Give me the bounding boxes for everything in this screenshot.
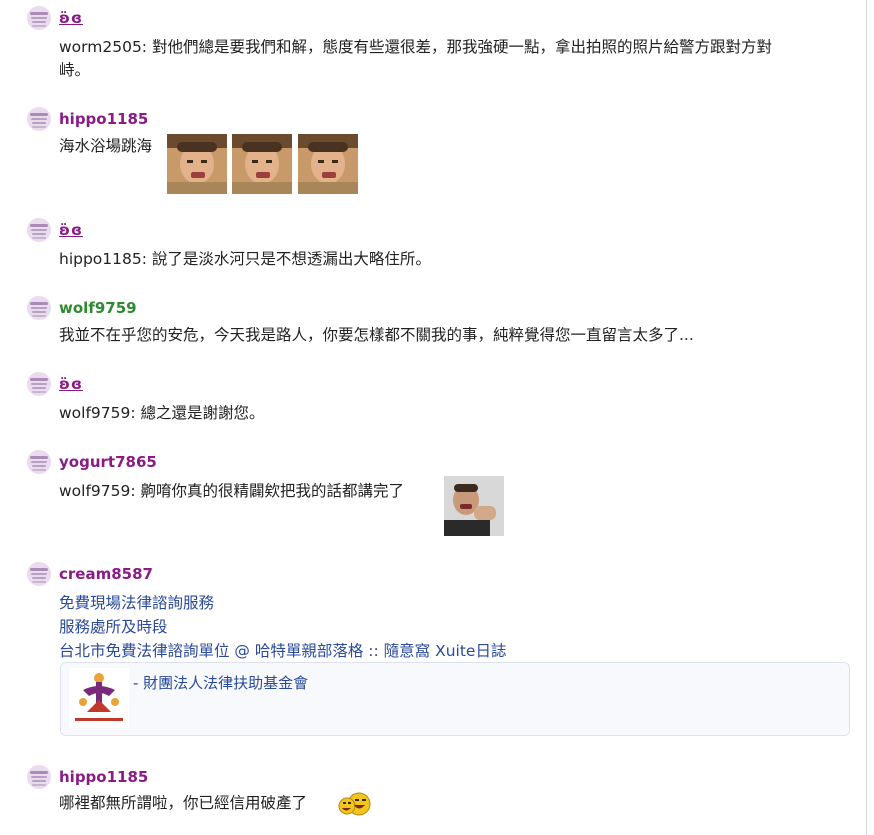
divider (866, 0, 867, 835)
username-link[interactable]: hippo1185 (59, 768, 148, 786)
sticker-image[interactable] (167, 134, 227, 194)
comment-text: worm2505: 對他們總是要我們和解，態度有些還很差，那我強硬一點，拿出拍照… (59, 38, 772, 79)
avatar[interactable] (27, 372, 51, 396)
avatar[interactable] (27, 450, 51, 474)
comment-item: wolf9759 我並不在乎您的安危，今天我是路人，你要怎樣都不關我的事，純粹覺… (27, 296, 857, 356)
sticker-image[interactable] (444, 476, 504, 536)
username-link[interactable]: ʚ̈ɞ (59, 221, 83, 239)
avatar-face-icon (27, 765, 51, 789)
username-link[interactable]: ʚ̈ɞ (59, 9, 83, 27)
comment-thread: ʚ̈ɞ worm2505: 對他們總是要我們和解，態度有些還很差，那我強硬一點，… (0, 0, 874, 835)
username-link[interactable]: hippo1185 (59, 110, 148, 128)
avatar-face-icon (27, 218, 51, 242)
link-preview-card[interactable]: - 財團法人法律扶助基金會 (60, 662, 850, 736)
username-link[interactable]: ʚ̈ɞ (59, 375, 83, 393)
avatar-face-icon (27, 296, 51, 320)
comment-item: ʚ̈ɞ worm2505: 對他們總是要我們和解，態度有些還很差，那我強硬一點，… (27, 6, 857, 86)
comment-text: 哪裡都無所謂啦，你已經信用破產了 (59, 794, 308, 812)
comment-item: yogurt7865 wolf9759: 齁唷你真的很精闢欸把我的話都講完了 (27, 450, 857, 540)
sticker-image[interactable] (232, 134, 292, 194)
link-service-locations[interactable]: 服務處所及時段 (59, 615, 168, 637)
username-link[interactable]: wolf9759 (59, 299, 137, 317)
comment-text: 我並不在乎您的安危，今天我是路人，你要怎樣都不關我的事，純粹覺得您一直留言太多了… (59, 326, 694, 344)
avatar[interactable] (27, 562, 51, 586)
sticker-face-icon (167, 134, 227, 194)
username-link[interactable]: yogurt7865 (59, 453, 157, 471)
card-title[interactable]: - 財團法人法律扶助基金會 (133, 672, 308, 693)
avatar-face-icon (27, 107, 51, 131)
legal-aid-logo-icon (69, 668, 129, 728)
comment-item: hippo1185 海水浴場跳海 (27, 107, 857, 202)
avatar-face-icon (27, 562, 51, 586)
comment-item: ʚ̈ɞ wolf9759: 總之還是謝謝您。 (27, 372, 857, 432)
avatar-face-icon (27, 372, 51, 396)
link-free-legal-consult[interactable]: 免費現場法律諮詢服務 (59, 591, 214, 613)
comment-item: hippo1185 哪裡都無所謂啦，你已經信用破產了 (27, 765, 857, 825)
sticker-face-icon (298, 134, 358, 194)
username-link[interactable]: cream8587 (59, 565, 153, 583)
avatar[interactable] (27, 6, 51, 30)
link-taipei-legal-units[interactable]: 台北市免費法律諮詢單位 @ 哈特單親部落格 :: 隨意窩 Xuite日誌 (59, 639, 506, 661)
avatar[interactable] (27, 765, 51, 789)
avatar[interactable] (27, 218, 51, 242)
avatar[interactable] (27, 296, 51, 320)
sticker-image[interactable] (298, 134, 358, 194)
sticker-thumbs-up-icon (444, 476, 504, 536)
comment-text: hippo1185: 說了是淡水河只是不想透漏出大略住所。 (59, 250, 431, 268)
sticker-face-icon (232, 134, 292, 194)
avatar-face-icon (27, 6, 51, 30)
avatar-face-icon (27, 450, 51, 474)
comment-item: ʚ̈ɞ hippo1185: 說了是淡水河只是不想透漏出大略住所。 (27, 218, 857, 278)
comment-text: wolf9759: 總之還是謝謝您。 (59, 404, 265, 422)
avatar[interactable] (27, 107, 51, 131)
laughing-emoji-icon (337, 791, 371, 817)
